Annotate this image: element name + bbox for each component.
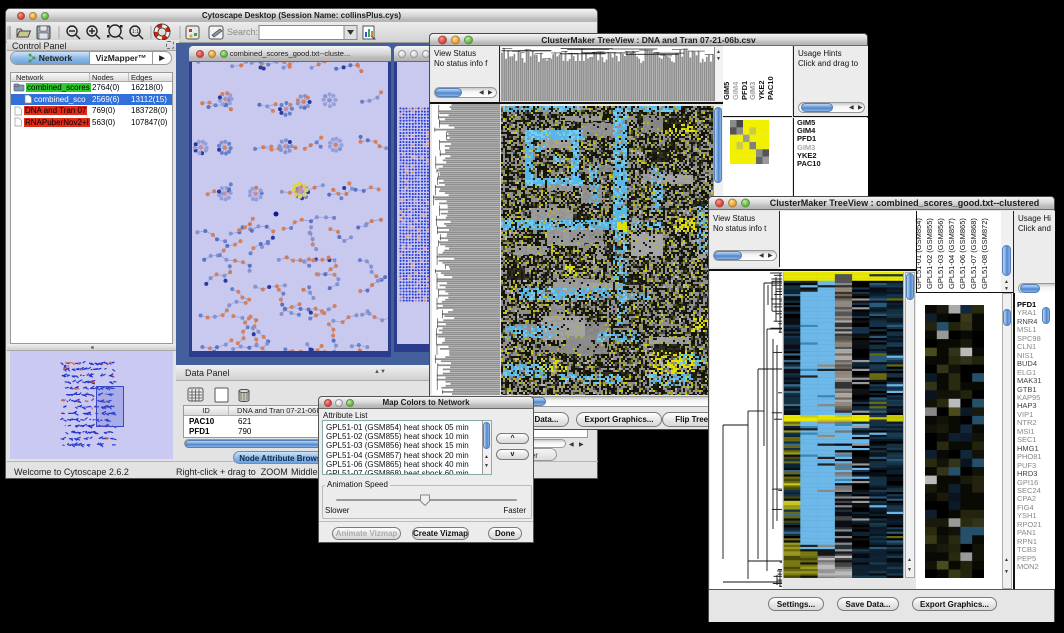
svg-text:Search:: Search: (227, 27, 258, 37)
svg-text:1:1: 1:1 (132, 29, 139, 35)
